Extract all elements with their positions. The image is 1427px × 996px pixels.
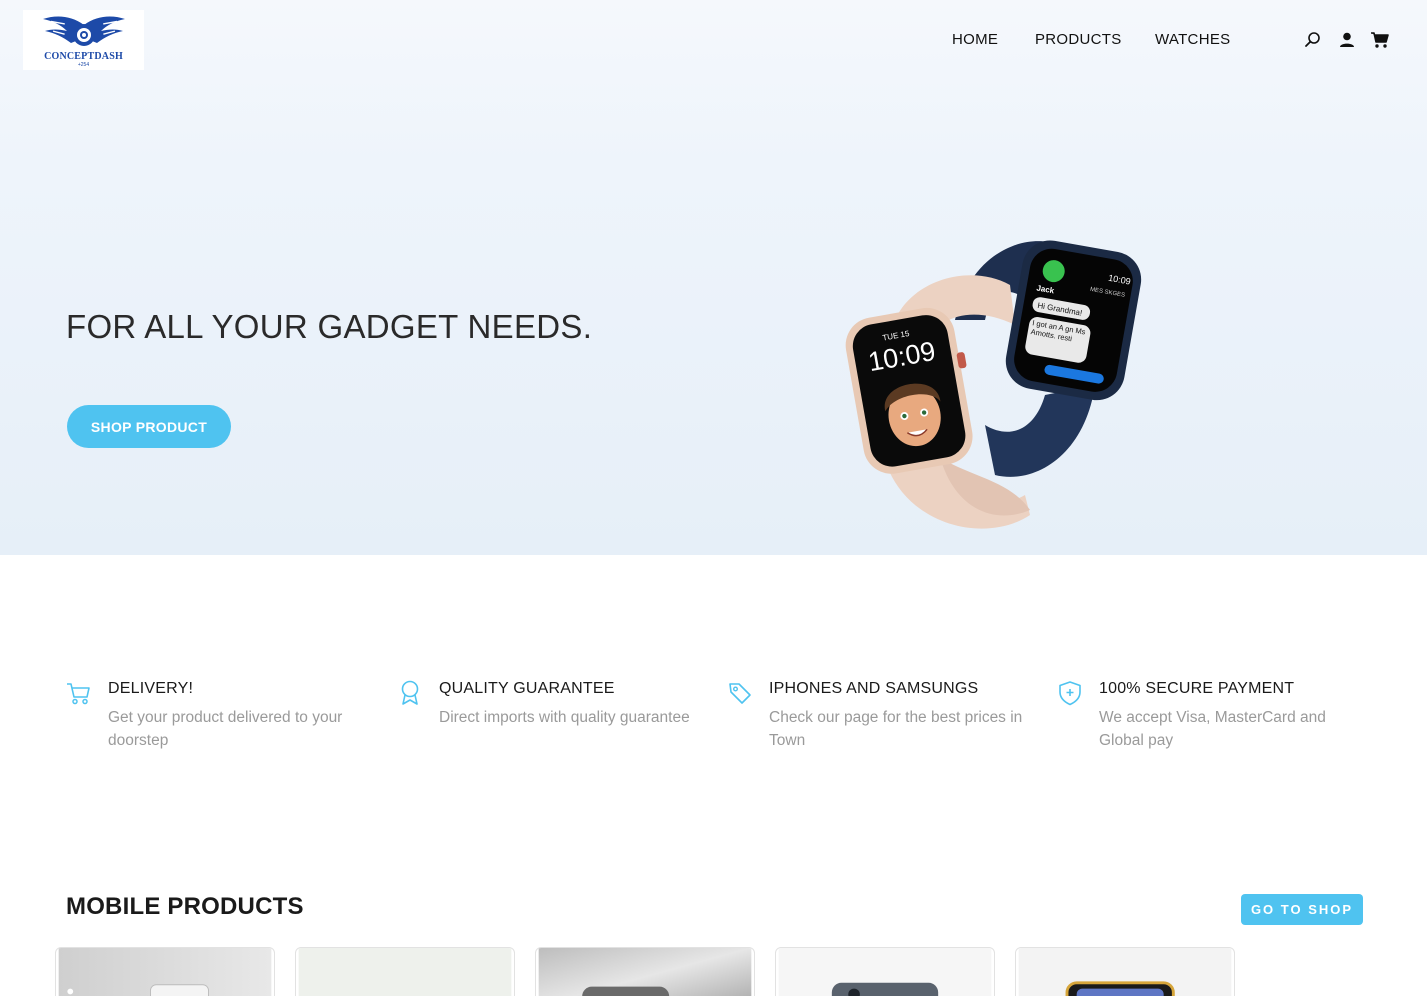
nav-watches[interactable]: WATCHES [1155, 31, 1230, 48]
nav-home[interactable]: HOME [952, 31, 998, 48]
product-card[interactable] [535, 947, 755, 996]
feature-desc: Check our page for the best prices in To… [769, 709, 1023, 749]
product-image [58, 948, 272, 996]
feature-title: 100% SECURE PAYMENT [1099, 680, 1295, 697]
mobile-products-title: MOBILE PRODUCTS [66, 893, 304, 920]
brand-sub: +254 [77, 61, 90, 68]
award-icon [397, 680, 423, 706]
brand-name: CONCEPTDASH [44, 50, 123, 62]
product-card[interactable] [775, 947, 995, 996]
go-to-shop-button[interactable]: GO TO SHOP [1241, 894, 1363, 925]
cart-icon [66, 680, 92, 706]
cart-icon[interactable] [1370, 30, 1390, 50]
brand-logo[interactable]: CONCEPTDASH +254 [23, 10, 144, 70]
product-card[interactable] [55, 947, 275, 996]
tag-icon [727, 680, 753, 706]
feature-desc: Direct imports with quality guarantee [439, 709, 690, 726]
nav-products[interactable]: PRODUCTS [1035, 31, 1122, 48]
user-icon[interactable] [1337, 30, 1357, 50]
feature-title: IPHONES AND SAMSUNGS [769, 680, 979, 697]
product-card[interactable] [295, 947, 515, 996]
watch-product-image: 10:09 MES SKGES Jack Hi Grandma! I got a… [835, 225, 1145, 535]
product-image [538, 948, 752, 996]
feature-desc: We accept Visa, MasterCard and Global pa… [1099, 709, 1326, 749]
product-image [778, 948, 992, 996]
search-icon[interactable] [1303, 30, 1323, 50]
feature-title: QUALITY GUARANTEE [439, 680, 615, 697]
product-image [1018, 948, 1232, 996]
feature-desc: Get your product delivered to your doors… [108, 709, 343, 749]
product-card[interactable] [1015, 947, 1235, 996]
hero-section [0, 0, 1427, 555]
shield-icon [1057, 680, 1083, 706]
product-image [298, 948, 512, 996]
site-header: CONCEPTDASH +254 HOME PRODUCTS WATCHES [0, 0, 1427, 80]
hero-headline: FOR ALL YOUR GADGET NEEDS. [66, 308, 593, 345]
feature-title: DELIVERY! [108, 680, 194, 697]
shop-product-button[interactable]: SHOP PRODUCT [67, 405, 231, 448]
winged-emblem-icon [42, 16, 125, 46]
